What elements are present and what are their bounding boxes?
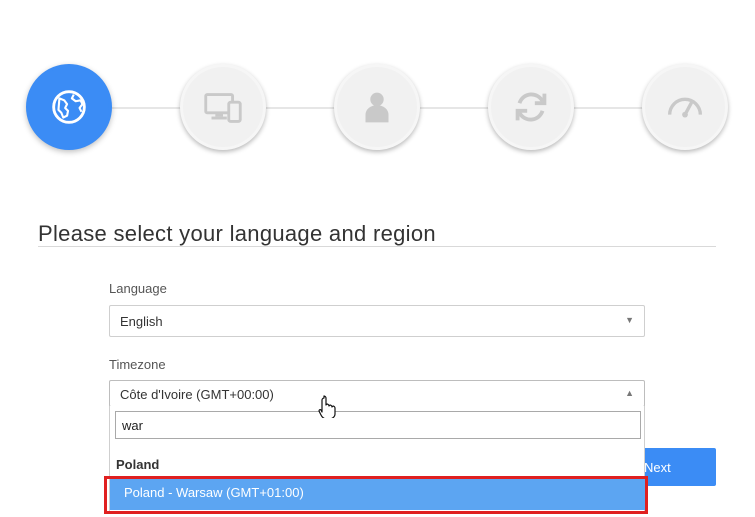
step-performance[interactable] [642, 64, 728, 150]
timezone-dropdown: Poland Poland - Warsaw (GMT+01:00) [109, 406, 645, 514]
page-title: Please select your language and region [38, 221, 436, 246]
chevron-down-icon: ▼ [625, 315, 634, 325]
step-connector [112, 107, 184, 109]
user-icon [365, 92, 389, 123]
sync-icon [515, 92, 547, 122]
step-connector [420, 107, 492, 109]
timezone-option-highlighted[interactable]: Poland - Warsaw (GMT+01:00) [110, 477, 645, 510]
step-devices[interactable] [180, 64, 266, 150]
option-group-label: Poland [116, 457, 160, 472]
step-language-region[interactable] [26, 64, 112, 150]
step-connector [266, 107, 338, 109]
timezone-search-input[interactable] [115, 411, 641, 439]
timezone-selected-value: Côte d'Ivoire (GMT+00:00) [120, 387, 274, 402]
language-select[interactable]: English ▼ [109, 305, 645, 337]
step-sync[interactable] [488, 64, 574, 150]
devices-icon [204, 93, 242, 123]
title-divider [38, 246, 716, 247]
speedometer-icon [667, 97, 703, 118]
language-selected-value: English [120, 314, 163, 329]
timezone-select[interactable]: Côte d'Ivoire (GMT+00:00) ▲ [109, 380, 645, 407]
wizard-stepper [0, 0, 755, 200]
chevron-up-icon: ▲ [625, 388, 634, 398]
hand-cursor-icon [318, 395, 336, 418]
step-user[interactable] [334, 64, 420, 150]
globe-icon [52, 90, 86, 124]
timezone-label: Timezone [109, 357, 166, 372]
step-connector [574, 107, 646, 109]
language-label: Language [109, 281, 167, 296]
